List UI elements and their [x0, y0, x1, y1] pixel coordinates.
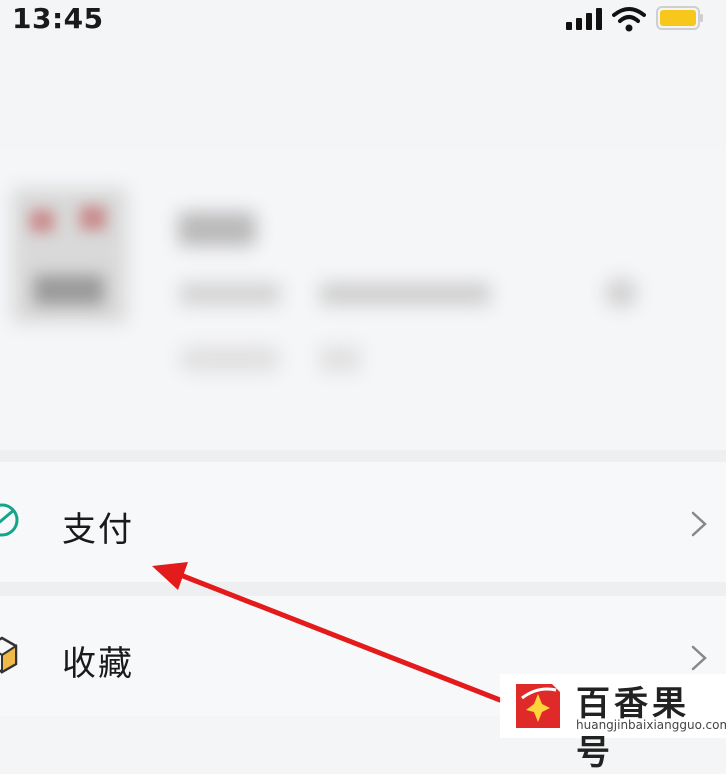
cellular-signal-icon: [566, 8, 602, 30]
profile-card-blurred[interactable]: [0, 150, 726, 450]
chevron-right-icon: [691, 645, 707, 671]
profile-info-blurred: [180, 283, 280, 305]
wifi-icon: [612, 7, 646, 32]
favorites-cube-icon: [0, 636, 18, 674]
profile-name-blurred: [178, 212, 256, 246]
battery-icon: [656, 6, 703, 30]
watermark-url: huangjinbaixiangguo.com: [576, 718, 726, 732]
profile-id-blurred: [320, 283, 490, 305]
status-tag-blurred[interactable]: [180, 346, 280, 372]
menu-item-payment[interactable]: 支付: [0, 462, 726, 582]
status-tag-blurred-2: [320, 346, 360, 372]
payment-icon: [0, 503, 19, 537]
brand-logo-icon: [516, 684, 560, 728]
status-bar: 13:45: [0, 0, 726, 44]
status-time: 13:45: [12, 2, 104, 35]
watermark: 百香果号 huangjinbaixiangguo.com: [500, 674, 726, 773]
menu-item-label: 支付: [62, 510, 134, 550]
chevron-right-icon: [691, 511, 707, 537]
menu-item-label: 收藏: [62, 644, 134, 684]
qr-code-icon[interactable]: [605, 278, 637, 308]
section-divider: [0, 582, 726, 596]
